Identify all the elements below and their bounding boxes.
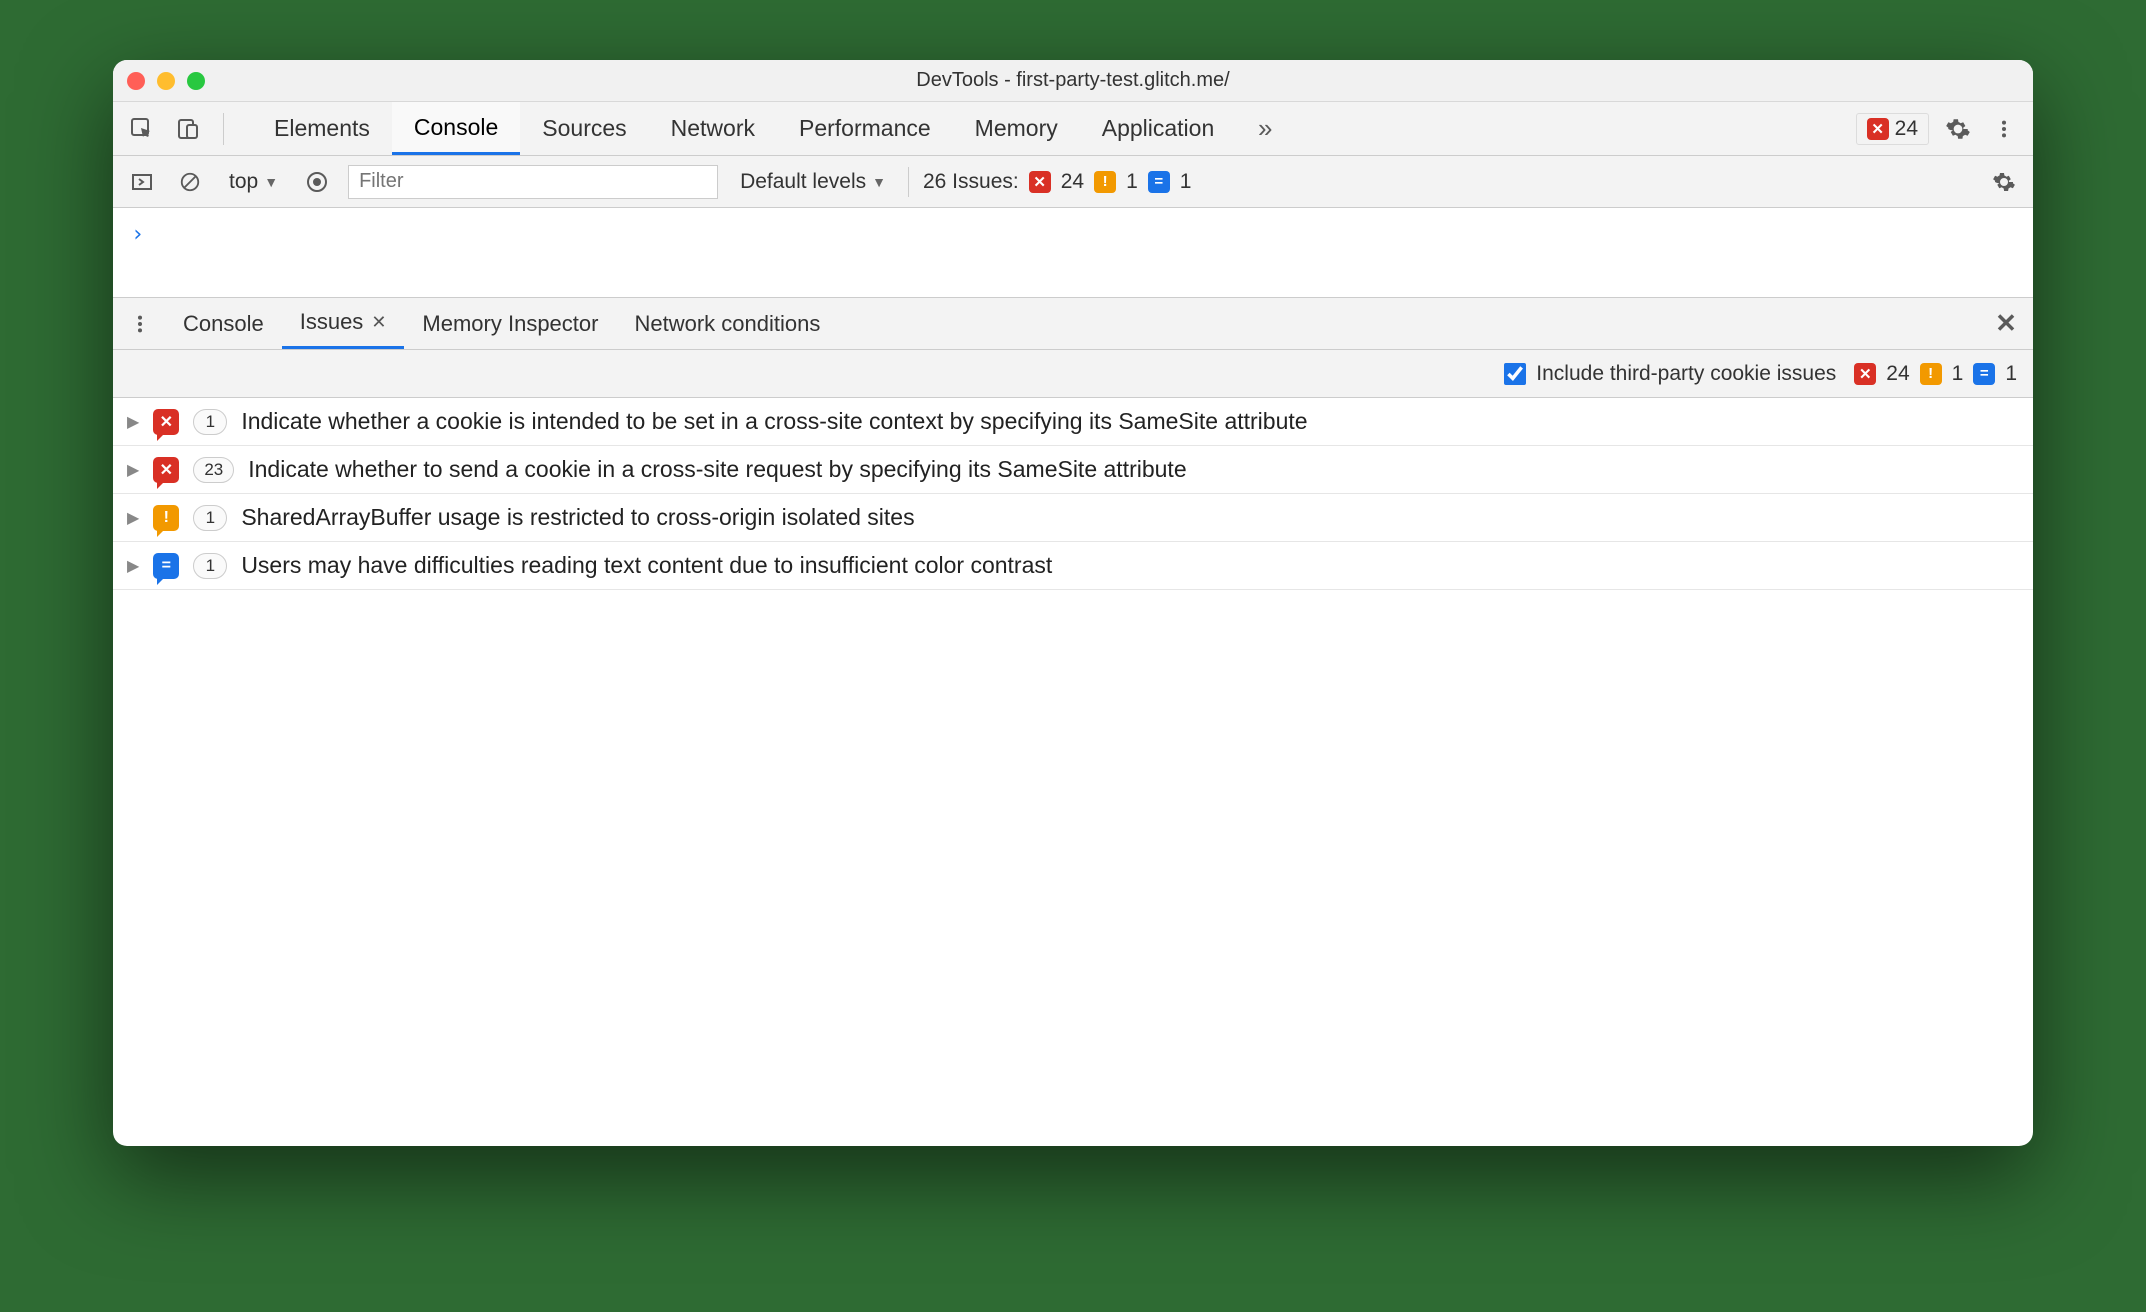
drawer-tab-label: Issues [300, 309, 364, 335]
warning-icon: ! [1094, 171, 1116, 193]
issue-row[interactable]: ▶ ✕ 1 Indicate whether a cookie is intended… [113, 398, 2033, 446]
context-selector[interactable]: top ▼ [221, 166, 286, 198]
context-label: top [229, 170, 258, 194]
issue-count-badge: 1 [193, 505, 227, 531]
expand-icon: ▶ [127, 556, 139, 576]
issue-count-badge: 23 [193, 457, 234, 483]
console-output[interactable]: › [113, 208, 2033, 298]
drawer-tab-issues[interactable]: Issues ✕ [282, 298, 405, 349]
issue-count-badge: 1 [193, 553, 227, 579]
drawer-tab-memory-inspector[interactable]: Memory Inspector [404, 298, 616, 349]
drawer-tab-console[interactable]: Console [165, 298, 282, 349]
third-party-checkbox-label: Include third-party cookie issues [1536, 362, 1836, 386]
error-count: 24 [1061, 170, 1084, 194]
clear-console-icon[interactable] [173, 165, 207, 199]
more-tabs-icon[interactable]: » [1248, 112, 1282, 146]
live-expression-icon[interactable] [300, 165, 334, 199]
warning-count: 1 [1952, 362, 1964, 386]
settings-icon[interactable] [1941, 112, 1975, 146]
tab-console[interactable]: Console [392, 102, 520, 155]
info-icon: = [153, 553, 179, 579]
window-controls [127, 72, 205, 90]
expand-icon: ▶ [127, 412, 139, 432]
tab-application[interactable]: Application [1080, 102, 1237, 155]
error-icon: ✕ [1029, 171, 1051, 193]
console-toolbar: top ▼ Default levels ▼ 26 Issues: ✕ 24 !… [113, 156, 2033, 208]
divider [223, 113, 224, 145]
info-icon: = [1973, 363, 1995, 385]
drawer-tab-label: Console [183, 311, 264, 337]
inspect-element-icon[interactable] [125, 112, 159, 146]
expand-icon: ▶ [127, 508, 139, 528]
warn-icon: ! [153, 505, 179, 531]
prompt-icon: › [131, 222, 144, 247]
issue-row[interactable]: ▶ ✕ 23 Indicate whether to send a cookie in… [113, 446, 2033, 494]
drawer-tab-label: Network conditions [634, 311, 820, 337]
drawer-menu-icon[interactable] [123, 307, 157, 341]
main-tabbar: ElementsConsoleSourcesNetworkPerformance… [113, 102, 2033, 156]
toggle-sidebar-icon[interactable] [125, 165, 159, 199]
issues-summary-label: 26 Issues: [923, 170, 1019, 194]
issue-title: Indicate whether a cookie is intended to… [241, 408, 1307, 435]
kebab-menu-icon[interactable] [1987, 112, 2021, 146]
drawer-tab-label: Memory Inspector [422, 311, 598, 337]
warning-icon: ! [1920, 363, 1942, 385]
error-icon: ✕ [153, 409, 179, 435]
levels-label: Default levels [740, 170, 866, 194]
error-icon: ✕ [153, 457, 179, 483]
zoom-window-icon[interactable] [187, 72, 205, 90]
error-count: 24 [1886, 362, 1909, 386]
tab-sources[interactable]: Sources [520, 102, 648, 155]
device-toolbar-icon[interactable] [171, 112, 205, 146]
close-drawer-icon[interactable]: ✕ [1989, 307, 2023, 341]
issue-count-badge: 1 [193, 409, 227, 435]
issue-row[interactable]: ▶! 1 SharedArrayBuffer usage is restricted… [113, 494, 2033, 542]
header-error-badge[interactable]: ✕ 24 [1856, 113, 1929, 145]
close-tab-icon[interactable]: ✕ [371, 312, 386, 333]
issue-title: SharedArrayBuffer usage is restricted to… [241, 504, 914, 531]
header-error-count: 24 [1895, 117, 1918, 141]
divider [908, 167, 909, 197]
issues-toolbar: Include third-party cookie issues ✕ 24 !… [113, 350, 2033, 398]
drawer-tabbar: Console Issues ✕ Memory Inspector Network co… [113, 298, 2033, 350]
filter-input[interactable] [348, 165, 718, 199]
tab-memory[interactable]: Memory [953, 102, 1080, 155]
tab-performance[interactable]: Performance [777, 102, 953, 155]
third-party-checkbox-input[interactable] [1504, 363, 1526, 385]
error-icon: ✕ [1867, 118, 1889, 140]
issue-title: Indicate whether to send a cookie in a c… [248, 456, 1186, 483]
issue-title: Users may have difficulties reading text… [241, 552, 1052, 579]
third-party-checkbox[interactable]: Include third-party cookie issues [1504, 362, 1836, 386]
info-count: 1 [1180, 170, 1192, 194]
info-count: 1 [2005, 362, 2017, 386]
tab-network[interactable]: Network [649, 102, 777, 155]
warning-count: 1 [1126, 170, 1138, 194]
log-levels-selector[interactable]: Default levels ▼ [732, 166, 894, 198]
issues-counts: ✕ 24 ! 1 = 1 [1854, 362, 2017, 386]
titlebar: DevTools - first-party-test.glitch.me/ [113, 60, 2033, 102]
issue-row[interactable]: ▶ = 1 Users may have difficulties reading t… [113, 542, 2033, 590]
expand-icon: ▶ [127, 460, 139, 480]
issues-list: ▶ ✕ 1 Indicate whether a cookie is intended… [113, 398, 2033, 1146]
drawer-tab-network-conditions[interactable]: Network conditions [616, 298, 838, 349]
error-icon: ✕ [1854, 363, 1876, 385]
minimize-window-icon[interactable] [157, 72, 175, 90]
close-window-icon[interactable] [127, 72, 145, 90]
window-title: DevTools - first-party-test.glitch.me/ [113, 69, 2033, 92]
issues-summary[interactable]: 26 Issues: ✕ 24 ! 1 = 1 [923, 170, 1191, 194]
chevron-down-icon: ▼ [872, 174, 886, 190]
info-icon: = [1148, 171, 1170, 193]
tab-elements[interactable]: Elements [252, 102, 392, 155]
devtools-window: DevTools - first-party-test.glitch.me/ E… [113, 60, 2033, 1146]
chevron-down-icon: ▼ [264, 174, 278, 190]
console-settings-icon[interactable] [1987, 165, 2021, 199]
